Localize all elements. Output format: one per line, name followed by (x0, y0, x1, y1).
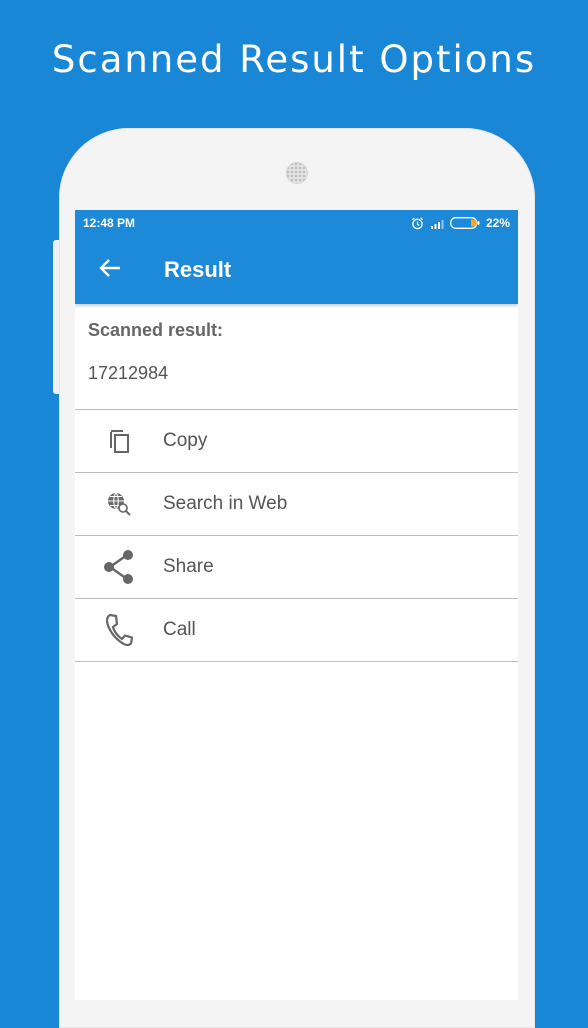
search-web-label: Search in Web (163, 493, 288, 514)
battery-icon (450, 217, 480, 229)
arrow-back-icon (99, 258, 121, 283)
status-time: 12:48 PM (83, 216, 136, 230)
result-value: 17212984 (88, 363, 169, 383)
share-icon (75, 549, 163, 585)
alarm-icon (411, 217, 424, 230)
promo-title: Scanned Result Options (51, 38, 537, 81)
copy-action[interactable]: Copy (75, 410, 518, 473)
result-label: Scanned result: (88, 320, 224, 340)
phone-speaker (286, 162, 308, 184)
battery-percent: 22% (485, 216, 510, 230)
search-web-action[interactable]: Search in Web (75, 473, 518, 536)
copy-label: Copy (163, 430, 208, 451)
status-icons: 22% (411, 216, 510, 230)
status-bar: 12:48 PM 22% (75, 210, 518, 236)
page-title: Result (164, 257, 232, 282)
app-bar: Result (75, 236, 518, 304)
call-action[interactable]: Call (75, 599, 518, 662)
copy-icon (75, 428, 163, 454)
back-button[interactable] (75, 236, 145, 304)
signal-icon (430, 218, 444, 229)
share-action[interactable]: Share (75, 536, 518, 599)
phone-icon (75, 613, 163, 647)
phone-screen: 12:48 PM 22% Result Scanned result: 1721… (75, 210, 518, 1000)
call-label: Call (163, 619, 196, 640)
scanned-result-section: Scanned result: 17212984 (75, 304, 518, 410)
share-label: Share (163, 556, 214, 577)
web-search-icon (75, 491, 163, 517)
